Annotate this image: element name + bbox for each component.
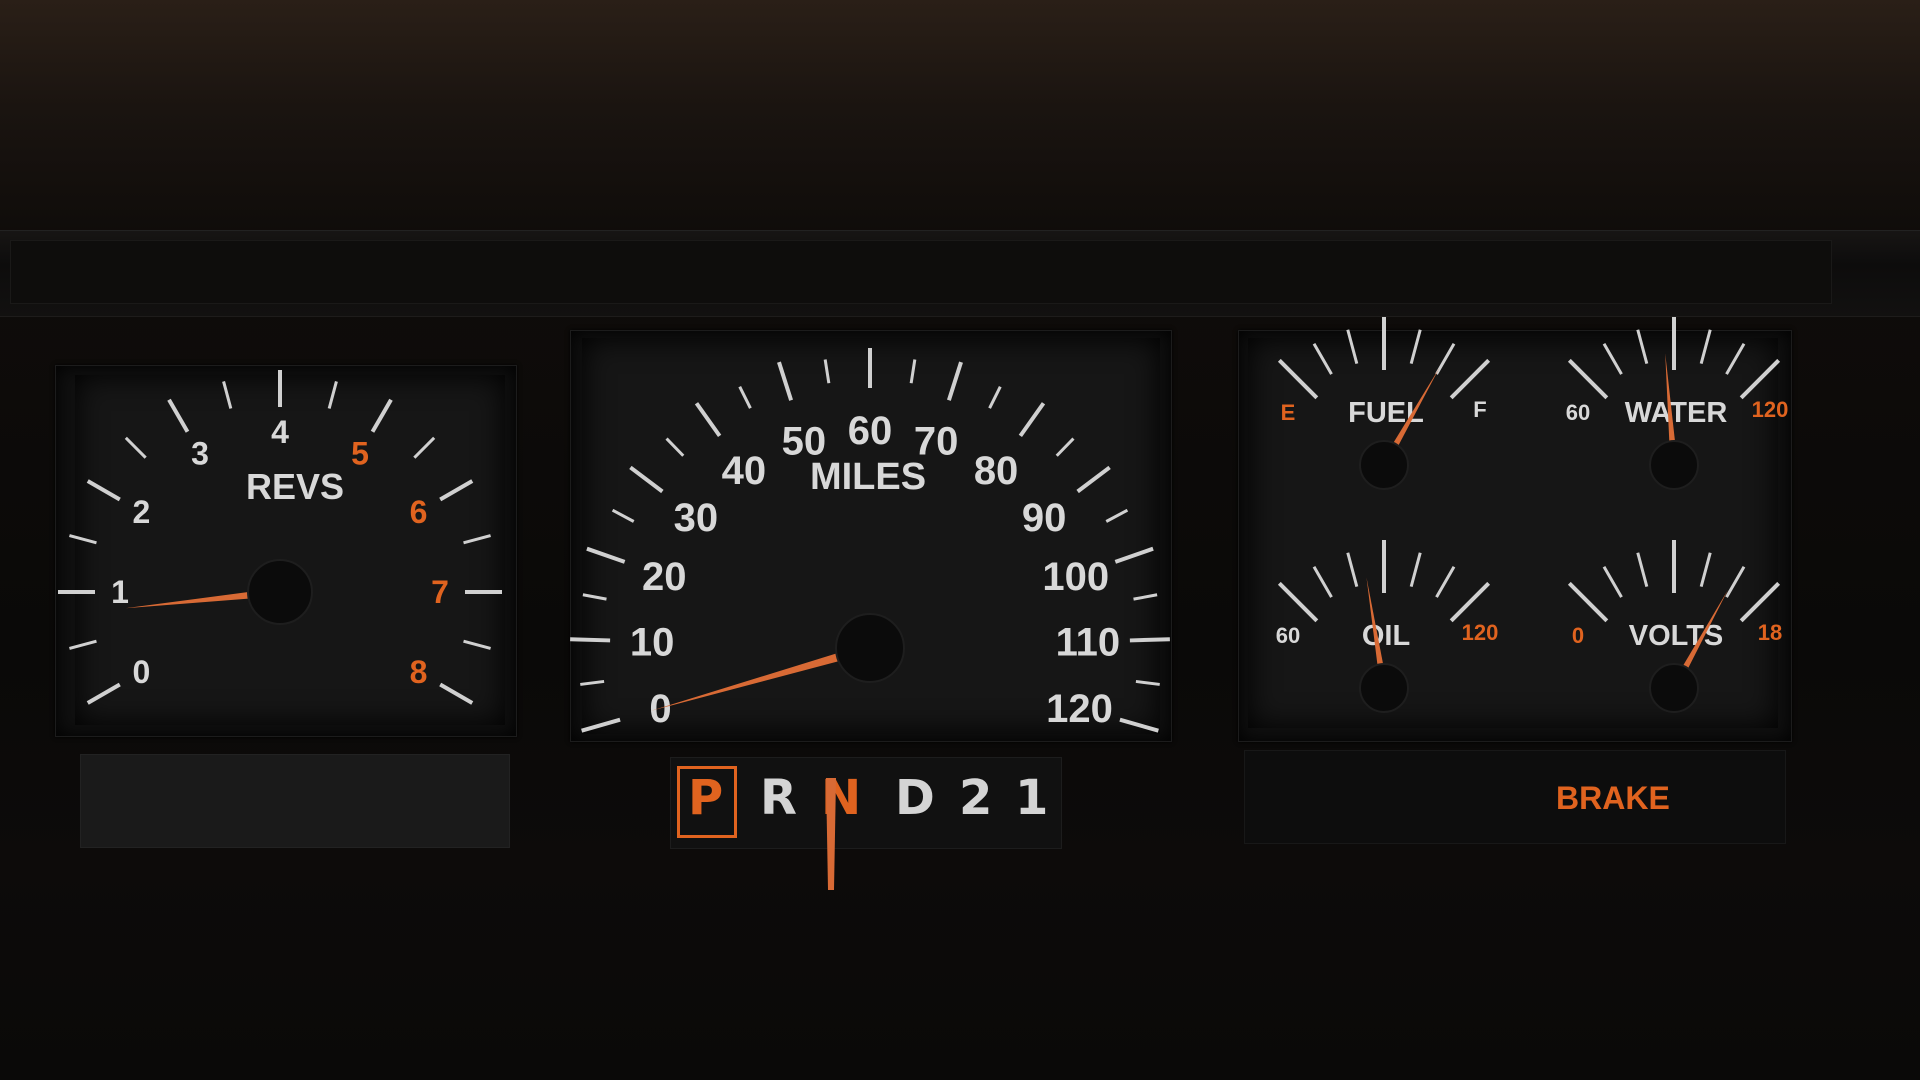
warning-panel <box>1244 750 1786 844</box>
gear-pointer <box>826 778 836 890</box>
brake-warning-light: BRAKE <box>1556 780 1670 816</box>
dashboard: { "colors": {"accent": "#e0631f", "needl… <box>0 0 1920 1080</box>
